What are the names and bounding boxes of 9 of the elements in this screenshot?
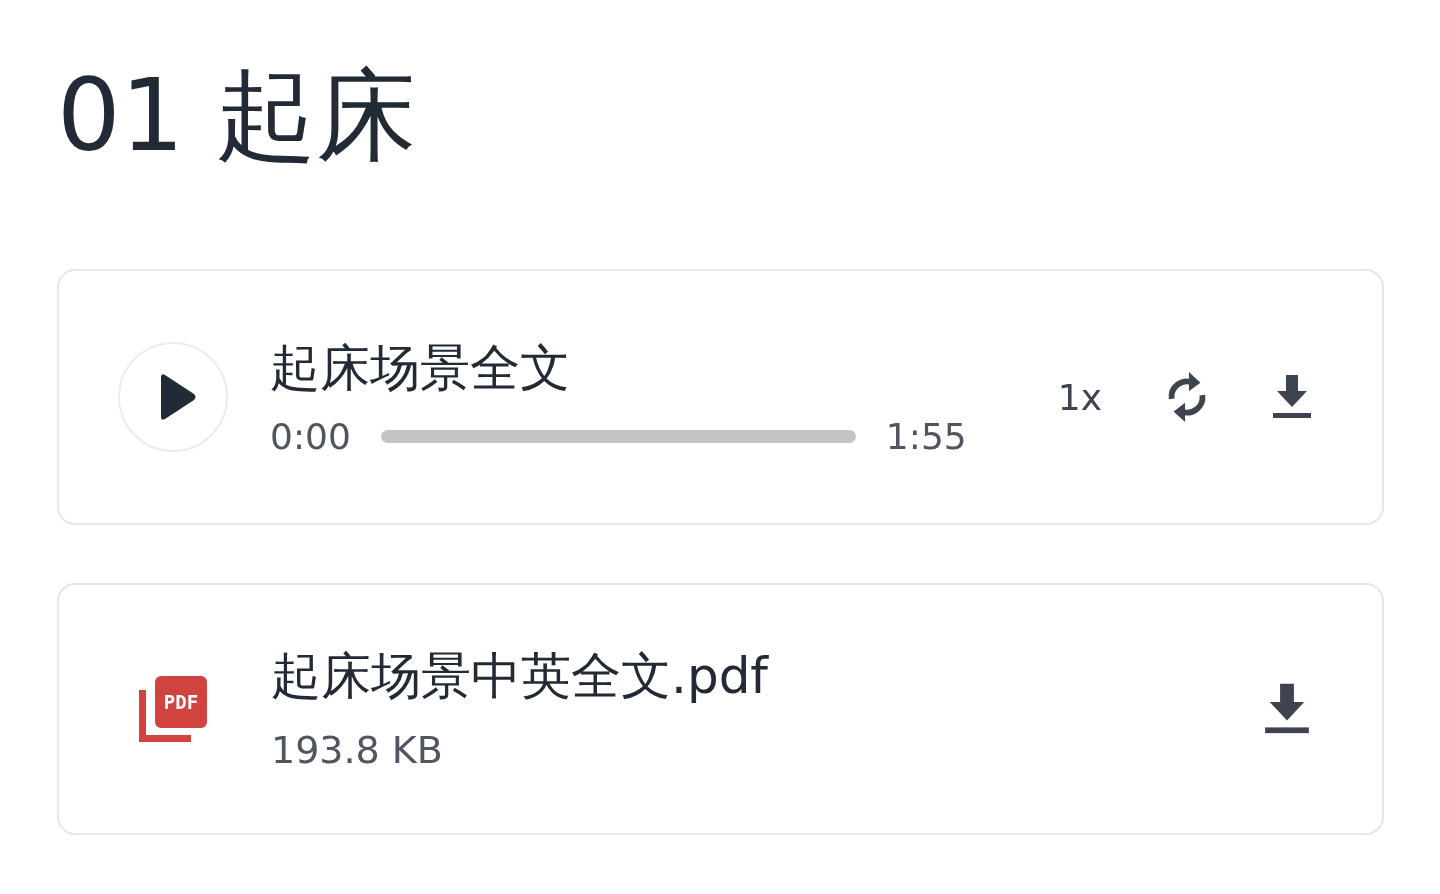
current-time: 0:00: [270, 415, 351, 457]
file-name: 起床场景中英全文.pdf: [271, 646, 770, 706]
download-icon[interactable]: [1272, 375, 1312, 419]
speed-button[interactable]: 1x: [1057, 376, 1102, 418]
page-title: 01 起床: [57, 58, 418, 173]
file-size: 193.8 KB: [271, 728, 444, 772]
track-title: 起床场景全文: [270, 337, 571, 398]
progress-track[interactable]: [380, 429, 856, 443]
duration: 1:55: [885, 415, 967, 457]
